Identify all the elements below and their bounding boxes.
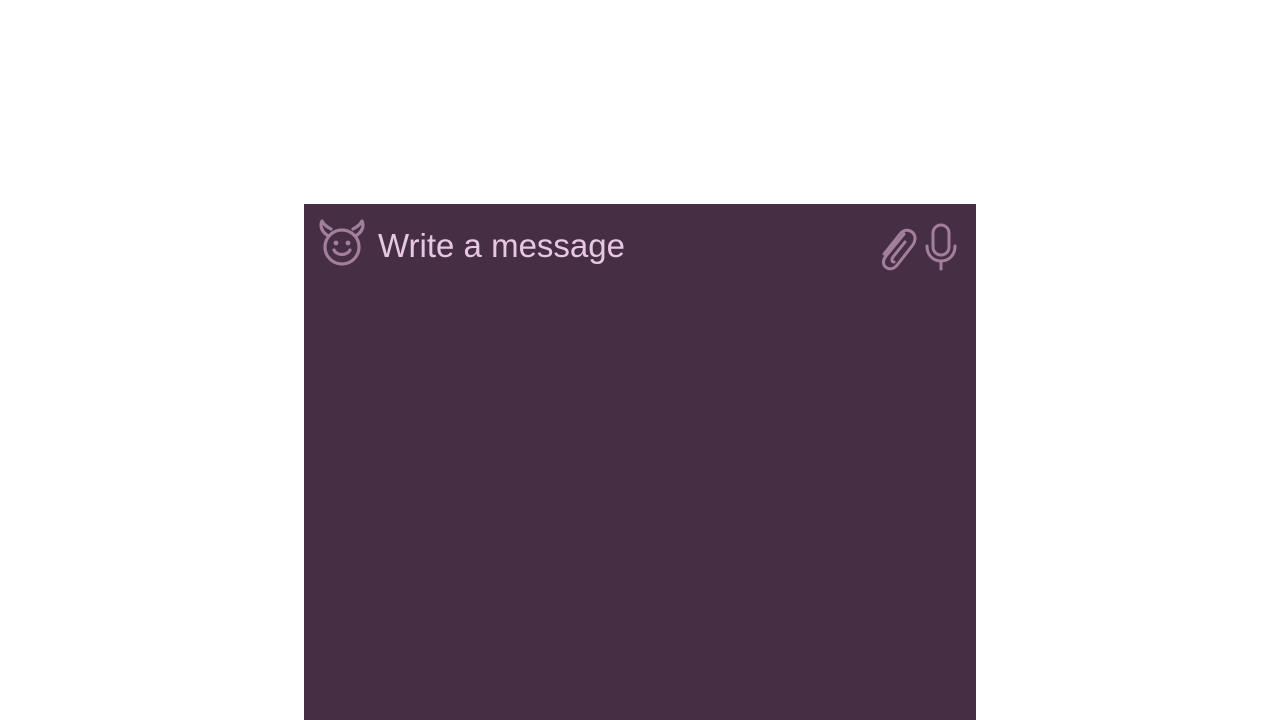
devil-smile-icon	[319, 219, 365, 266]
composer-input-row	[304, 204, 976, 288]
attach-button[interactable]	[874, 222, 920, 272]
emoji-button[interactable]	[318, 218, 366, 268]
message-composer	[304, 204, 976, 720]
microphone-icon	[925, 223, 957, 271]
voice-message-button[interactable]	[922, 222, 962, 272]
message-input[interactable]	[378, 222, 858, 270]
paperclip-icon	[882, 228, 917, 271]
